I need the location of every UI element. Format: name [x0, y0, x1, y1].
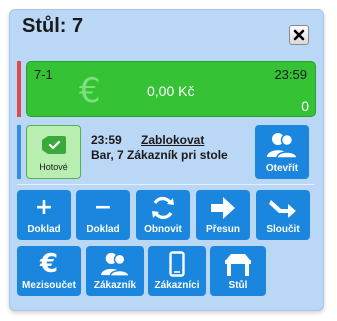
order-amount: 0,00 Kč — [147, 83, 195, 99]
customer-button[interactable]: Zákazník — [86, 246, 144, 296]
merge-button[interactable]: Sloučit — [256, 190, 310, 240]
table-icon — [225, 254, 251, 276]
block-link[interactable]: Zablokovat — [141, 133, 204, 147]
users-icon — [101, 252, 130, 277]
move-button[interactable]: Přesun — [196, 190, 250, 240]
phone-icon — [169, 251, 185, 277]
refresh-icon — [152, 196, 174, 220]
refresh-button[interactable]: Obnovit — [136, 190, 190, 240]
order-status-bar — [17, 61, 21, 117]
activity-description: Bar, 7 Zákazník pri stole — [91, 148, 228, 162]
close-icon — [293, 29, 305, 41]
euro-icon: € — [39, 249, 59, 279]
users-icon — [267, 133, 298, 159]
activity-status-bar — [17, 125, 21, 179]
done-button[interactable]: Hotové — [26, 125, 81, 179]
customer-label: Zákazník — [93, 280, 137, 291]
refresh-label: Obnovit — [144, 224, 182, 235]
subtotal-button[interactable]: € Mezisoučet — [17, 246, 81, 296]
order-id: 7-1 — [34, 67, 53, 82]
done-tag-icon — [41, 136, 66, 154]
order-time: 23:59 — [274, 67, 307, 82]
done-label: Hotové — [39, 162, 68, 172]
arrow-right-icon — [211, 197, 235, 219]
subtotal-label: Mezisoučet — [22, 280, 76, 291]
add-receipt-label: Doklad — [27, 224, 61, 235]
open-button[interactable]: Otevřít — [255, 125, 309, 179]
remove-receipt-button[interactable]: − Doklad — [76, 190, 130, 240]
order-card[interactable]: 7-1 23:59 € 0,00 Kč 0 — [26, 61, 316, 117]
minus-icon: − — [93, 195, 113, 220]
move-label: Přesun — [206, 224, 240, 235]
close-button[interactable] — [289, 25, 309, 45]
table-button[interactable]: Stůl — [210, 246, 266, 296]
divider — [17, 184, 315, 185]
remove-receipt-label: Doklad — [86, 224, 120, 235]
merge-label: Sloučit — [266, 224, 300, 235]
plus-icon: + — [34, 195, 54, 220]
dialog-title: Stůl: 7 — [22, 15, 84, 37]
add-receipt-button[interactable]: + Doklad — [17, 190, 71, 240]
order-count: 0 — [301, 98, 309, 114]
customers-button[interactable]: Zákazníci — [148, 246, 206, 296]
euro-icon: € — [79, 71, 101, 111]
activity-time: 23:59 — [91, 133, 122, 147]
table-label: Stůl — [228, 280, 248, 291]
customers-label: Zákazníci — [154, 280, 200, 291]
open-label: Otevřít — [265, 163, 299, 174]
merge-arrow-icon — [269, 200, 296, 218]
